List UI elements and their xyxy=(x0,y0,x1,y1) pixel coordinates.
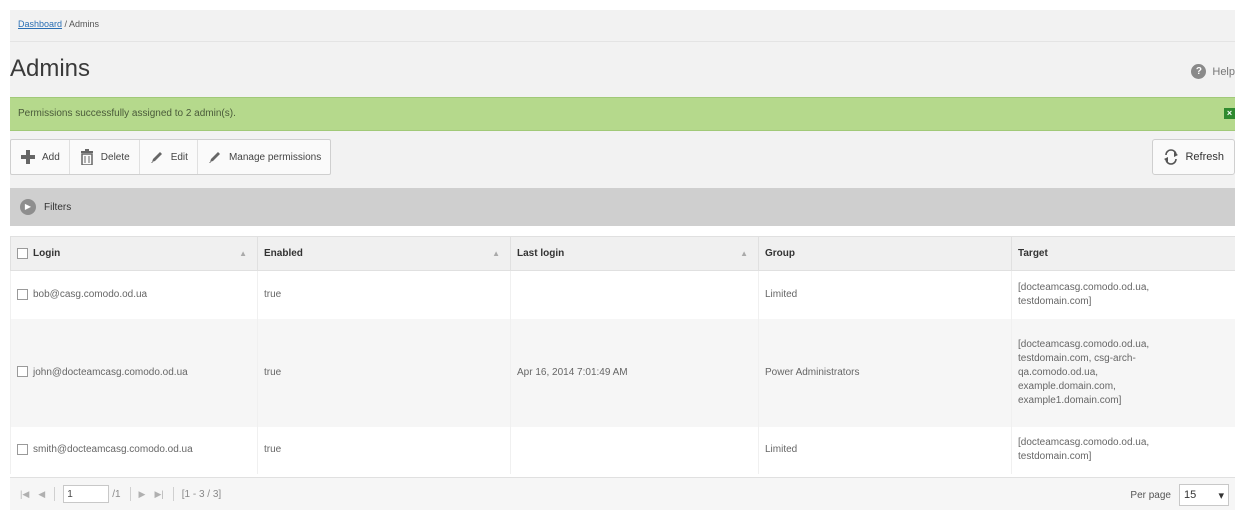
page-range: [1 - 3 / 3] xyxy=(181,488,222,500)
toolbar-area: Add Delete Edit Manage permissions Refre… xyxy=(10,131,1235,188)
admins-table: Login ▲ Enabled ▲ Last login ▲ Group Target… xyxy=(10,236,1235,474)
cell-enabled: true xyxy=(257,426,511,474)
help-label: Help xyxy=(1212,65,1235,78)
next-page-icon[interactable]: ▶ xyxy=(139,489,146,500)
alert-message: Permissions successfully assigned to 2 a… xyxy=(18,108,236,119)
table-row[interactable]: bob@casg.comodo.od.ua true Limited [doct… xyxy=(10,270,1235,319)
total-pages: /1 xyxy=(112,488,121,500)
divider xyxy=(54,487,56,501)
column-header-last-login[interactable]: Last login ▲ xyxy=(510,236,759,271)
manage-permissions-button[interactable]: Manage permissions xyxy=(198,140,330,174)
per-page-select[interactable]: 15 ▾ xyxy=(1179,484,1229,506)
refresh-icon xyxy=(1163,149,1179,165)
edit-label: Edit xyxy=(170,151,188,163)
pencil-icon xyxy=(207,149,223,165)
cell-target: [docteamcasg.comodo.od.ua, testdomain.com… xyxy=(1011,318,1235,427)
help-button[interactable]: ? Help xyxy=(1191,64,1235,79)
cell-last-login: Apr 16, 2014 7:01:49 AM xyxy=(510,318,759,427)
row-checkbox[interactable] xyxy=(17,366,28,378)
filters-label: Filters xyxy=(44,201,72,213)
page-number-input[interactable] xyxy=(63,485,110,503)
chevron-down-icon: ▾ xyxy=(1218,489,1224,502)
cell-login: john@docteamcasg.comodo.od.ua xyxy=(10,318,258,427)
title-bar: Admins ? Help xyxy=(10,42,1235,97)
per-page-control: Per page 15 ▾ xyxy=(1130,484,1229,506)
select-all-checkbox[interactable] xyxy=(17,247,28,259)
success-alert: Permissions successfully assigned to 2 a… xyxy=(10,97,1235,131)
toolbar: Add Delete Edit Manage permissions xyxy=(10,139,332,175)
cell-last-login xyxy=(510,426,759,474)
pagination-bar: |◀ ◀ /1 ▶ ▶| [1 - 3 / 3] Per page 15 ▾ xyxy=(10,477,1235,510)
column-header-login[interactable]: Login ▲ xyxy=(10,236,258,271)
close-icon[interactable]: × xyxy=(1224,108,1235,119)
breadcrumb-dashboard-link[interactable]: Dashboard xyxy=(18,19,62,29)
cell-login: smith@docteamcasg.comodo.od.ua xyxy=(10,426,258,474)
row-checkbox[interactable] xyxy=(17,443,28,455)
refresh-label: Refresh xyxy=(1185,151,1224,163)
refresh-button[interactable]: Refresh xyxy=(1152,139,1235,175)
cell-enabled: true xyxy=(257,270,511,319)
cell-group: Power Administrators xyxy=(758,318,1012,427)
plus-icon xyxy=(20,149,36,165)
prev-page-icon[interactable]: ◀ xyxy=(38,489,45,500)
table-row[interactable]: john@docteamcasg.comodo.od.ua true Apr 1… xyxy=(10,318,1235,427)
help-icon: ? xyxy=(1191,64,1207,79)
delete-label: Delete xyxy=(100,151,130,163)
page-title: Admins xyxy=(10,55,91,82)
breadcrumb-separator: / xyxy=(62,19,70,29)
trash-icon xyxy=(79,149,95,165)
column-header-enabled[interactable]: Enabled ▲ xyxy=(257,236,511,271)
add-label: Add xyxy=(42,151,60,163)
first-page-icon[interactable]: |◀ xyxy=(20,489,29,500)
manage-permissions-label: Manage permissions xyxy=(228,151,322,163)
chevron-right-icon: ▶ xyxy=(20,199,36,215)
cell-enabled: true xyxy=(257,318,511,427)
cell-login: bob@casg.comodo.od.ua xyxy=(10,270,258,319)
sort-icon: ▲ xyxy=(740,249,748,258)
add-button[interactable]: Add xyxy=(11,140,70,174)
cell-group: Limited xyxy=(758,270,1012,319)
breadcrumb-current: Admins xyxy=(69,19,100,29)
cell-target: [docteamcasg.comodo.od.ua, testdomain.com… xyxy=(1011,270,1235,319)
row-checkbox[interactable] xyxy=(17,288,28,300)
filters-toggle[interactable]: ▶ Filters xyxy=(10,188,1235,226)
breadcrumb: Dashboard / Admins xyxy=(10,10,1235,42)
table-row[interactable]: smith@docteamcasg.comodo.od.ua true Limi… xyxy=(10,426,1235,474)
cell-group: Limited xyxy=(758,426,1012,474)
divider xyxy=(172,487,174,501)
delete-button[interactable]: Delete xyxy=(70,140,140,174)
pencil-icon xyxy=(149,149,165,165)
last-page-icon[interactable]: ▶| xyxy=(154,489,163,500)
column-header-target[interactable]: Target xyxy=(1011,236,1235,271)
per-page-label: Per page xyxy=(1130,489,1171,501)
column-header-group[interactable]: Group xyxy=(758,236,1012,271)
cell-target: [docteamcasg.comodo.od.ua, testdomain.com… xyxy=(1011,426,1235,474)
cell-last-login xyxy=(510,270,759,319)
sort-icon: ▲ xyxy=(239,249,247,258)
sort-icon: ▲ xyxy=(492,249,500,258)
divider xyxy=(129,487,131,501)
edit-button[interactable]: Edit xyxy=(140,140,198,174)
